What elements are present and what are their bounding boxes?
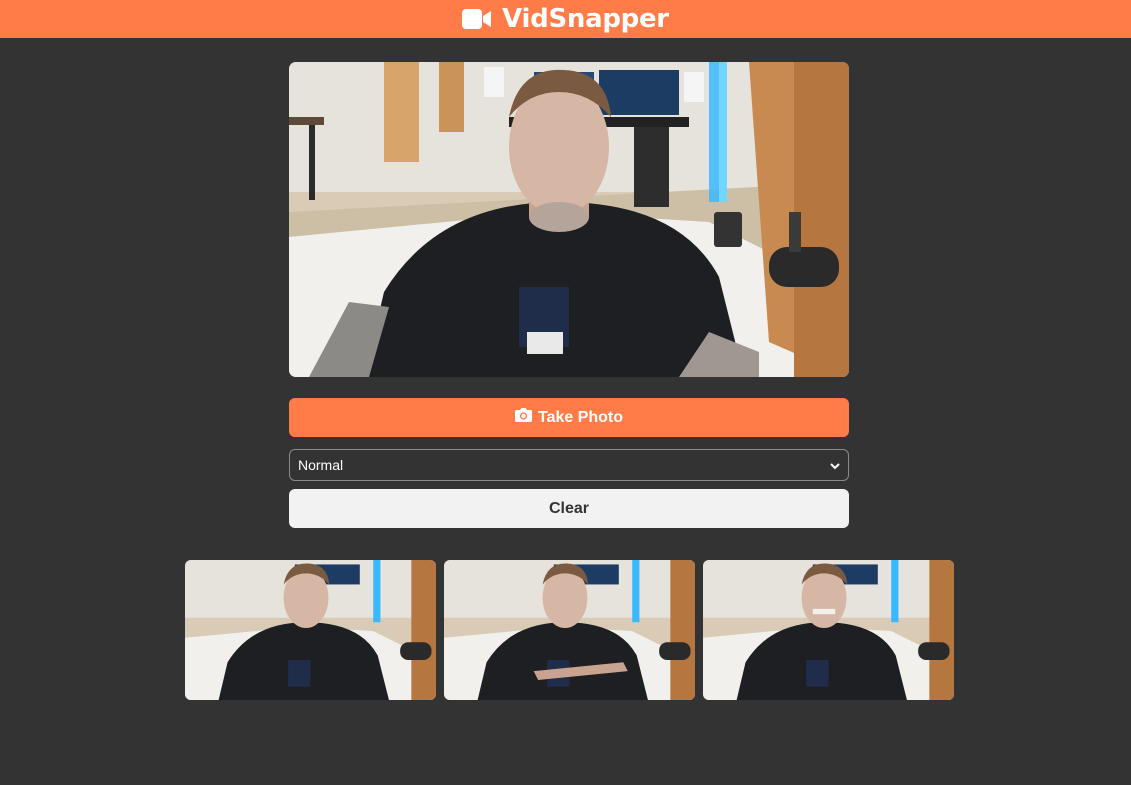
brand-logo[interactable]: VidSnapper (462, 4, 669, 34)
gallery-photo-1[interactable] (185, 560, 436, 700)
filter-select[interactable]: Normal (289, 449, 849, 481)
gallery-photo-3[interactable] (703, 560, 954, 700)
gallery-photo-2[interactable] (444, 560, 695, 700)
take-photo-button[interactable]: Take Photo (289, 398, 849, 437)
chevron-down-icon (830, 457, 840, 473)
photo-gallery (185, 560, 954, 700)
video-camera-icon (462, 9, 492, 29)
top-navbar: VidSnapper (0, 0, 1131, 38)
webcam-video-feed (289, 62, 849, 377)
camera-icon (514, 408, 532, 427)
app-title: VidSnapper (502, 4, 669, 34)
clear-button[interactable]: Clear (289, 489, 849, 528)
filter-selected-value: Normal (298, 457, 344, 473)
take-photo-label: Take Photo (537, 408, 624, 426)
